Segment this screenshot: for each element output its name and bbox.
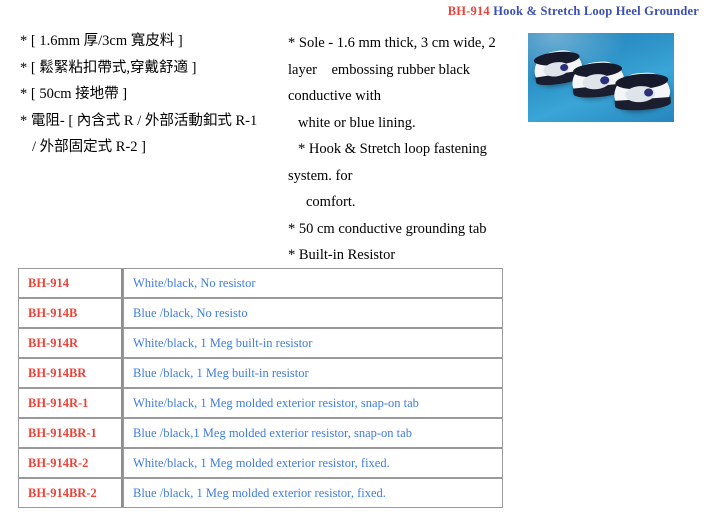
spec-cn-line-2: * [ 鬆緊粘扣帶式,穿戴舒適 ] [20, 59, 197, 76]
model-description-cell: Blue /black, No resisto [123, 298, 503, 328]
table-row: BH-914R White/black, 1 Meg built-in resi… [18, 328, 503, 358]
model-code-cell: BH-914B [18, 298, 123, 328]
spec-en-line-2: layer embossing rubber black [288, 61, 471, 78]
spec-en-line-1: * Sole - 1.6 mm thick, 3 cm wide, 2 [288, 35, 496, 51]
heel-grounder-clog-front [612, 71, 672, 112]
model-description-cell: White/black, 1 Meg built-in resistor [123, 328, 503, 358]
spec-en-line-5: * Hook & Stretch loop fastening [298, 141, 487, 157]
page-title: BH-914 Hook & Stretch Loop Heel Grounder [448, 4, 699, 19]
table-row: BH-914 White/black, No resistor [18, 268, 503, 298]
product-photo [528, 33, 674, 122]
spec-cn-line-3: * [ 50cm 接地帶 ] [20, 86, 128, 102]
spec-en-line-4: white or blue lining. [298, 114, 416, 131]
model-table: BH-914 White/black, No resistor BH-914B … [18, 268, 503, 508]
specs-english: * Sole - 1.6 mm thick, 3 cm wide, 2 laye… [288, 30, 524, 269]
spec-en-line-7: comfort. [306, 194, 356, 210]
model-code-cell: BH-914R-1 [18, 388, 123, 418]
table-row: BH-914BR-2 Blue /black, 1 Meg molded ext… [18, 478, 503, 508]
model-description-cell: Blue /black, 1 Meg built-in resistor [123, 358, 503, 388]
spec-cn-line-4: * 電阻- [ 內含式 R / 外部活動釦式 R-1 [20, 112, 258, 129]
model-table-body: BH-914 White/black, No resistor BH-914B … [18, 268, 503, 508]
model-code-cell: BH-914BR-2 [18, 478, 123, 508]
page-title-product-name: Hook & Stretch Loop Heel Grounder [493, 4, 699, 18]
model-code-cell: BH-914BR-1 [18, 418, 123, 448]
table-row: BH-914B Blue /black, No resisto [18, 298, 503, 328]
spec-en-line-3: conductive with [288, 88, 382, 104]
spec-cn-line-5: / 外部固定式 R-2 ] [32, 139, 146, 155]
model-description-cell: Blue /black, 1 Meg molded exterior resis… [123, 478, 503, 508]
spec-en-line-6: system. for [288, 167, 353, 184]
table-row: BH-914R-1 White/black, 1 Meg molded exte… [18, 388, 503, 418]
model-description-cell: Blue /black,1 Meg molded exterior resist… [123, 418, 503, 448]
table-row: BH-914BR Blue /black, 1 Meg built-in res… [18, 358, 503, 388]
table-row: BH-914R-2 White/black, 1 Meg molded exte… [18, 448, 503, 478]
model-code-cell: BH-914 [18, 268, 123, 298]
spec-cn-line-1: * [ 1.6mm 厚/3cm 寬皮料 ] [20, 33, 183, 49]
spec-en-line-9: * Built-in Resistor [288, 247, 396, 263]
specs-chinese: * [ 1.6mm 厚/3cm 寬皮料 ] * [ 鬆緊粘扣帶式,穿戴舒適 ] … [20, 28, 320, 161]
model-description-cell: White/black, 1 Meg molded exterior resis… [123, 388, 503, 418]
model-description-cell: White/black, 1 Meg molded exterior resis… [123, 448, 503, 478]
page-title-model-code: BH-914 [447, 4, 490, 18]
table-row: BH-914BR-1 Blue /black,1 Meg molded exte… [18, 418, 503, 448]
model-code-cell: BH-914BR [18, 358, 123, 388]
model-code-cell: BH-914R [18, 328, 123, 358]
model-code-cell: BH-914R-2 [18, 448, 123, 478]
spec-en-line-8: * 50 cm conductive grounding tab [288, 220, 487, 237]
model-description-cell: White/black, No resistor [123, 268, 503, 298]
